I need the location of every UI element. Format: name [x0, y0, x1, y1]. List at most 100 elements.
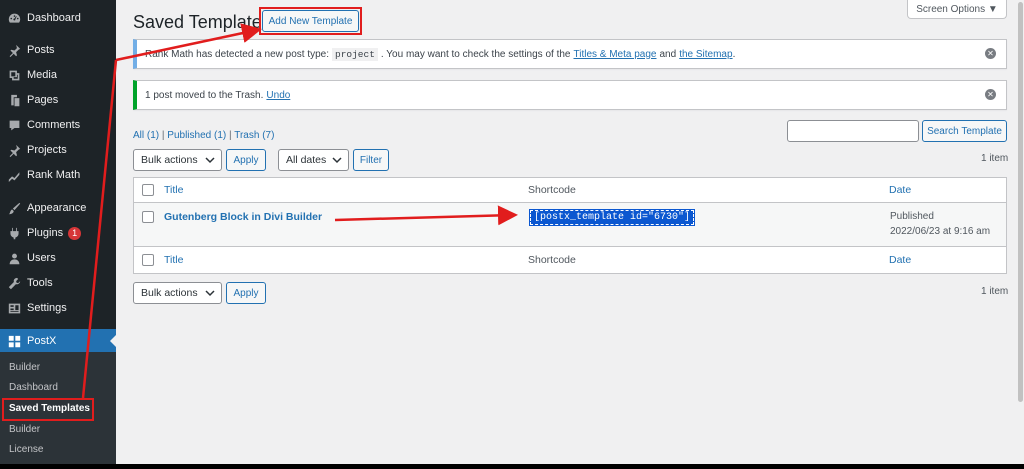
- sidebar-item-appearance[interactable]: Appearance: [0, 196, 116, 220]
- plugins-update-badge: 1: [68, 226, 82, 240]
- search-template-button[interactable]: Search Template: [922, 120, 1007, 142]
- sidebar-item-label: Comments: [27, 119, 81, 131]
- filter-button[interactable]: Filter: [353, 149, 389, 171]
- sidebar-item-label: Projects: [27, 144, 67, 156]
- sidebar-item-tools[interactable]: Tools: [0, 271, 116, 295]
- screen-options-button[interactable]: Screen Options ▼: [907, 0, 1007, 19]
- select-all-checkbox[interactable]: [142, 184, 154, 196]
- item-count-bottom: 1 item: [981, 286, 1009, 297]
- sidebar-item-media[interactable]: Media: [0, 63, 116, 87]
- sitemap-link[interactable]: the Sitemap: [679, 49, 732, 60]
- sidebar-item-dashboard[interactable]: Dashboard: [0, 6, 116, 30]
- bulk-actions-select-bottom[interactable]: Bulk actions: [133, 282, 222, 304]
- page-title: Saved Templates: [133, 12, 271, 32]
- brush-icon: [7, 201, 21, 215]
- post-date: 2022/06/23 at 9:16 am: [890, 226, 991, 237]
- saved-templates-highlight-box: [2, 398, 94, 421]
- filter-trash-link[interactable]: Trash (7): [234, 130, 274, 141]
- filter-published-link[interactable]: Published (1): [167, 130, 226, 141]
- notice-text: .: [732, 48, 736, 60]
- search-input[interactable]: [787, 120, 919, 142]
- undo-link[interactable]: Undo: [266, 90, 290, 101]
- select-value: All dates: [286, 154, 327, 166]
- post-type-code: project: [332, 47, 378, 61]
- templates-table: Title Shortcode Date Gutenberg Block in …: [133, 177, 1007, 274]
- plugin-icon: [7, 226, 21, 240]
- postx-icon: [7, 334, 21, 348]
- column-date-footer[interactable]: Date: [889, 254, 911, 266]
- dismiss-icon[interactable]: ✕: [985, 48, 996, 59]
- select-value: Bulk actions: [141, 154, 198, 166]
- filter-separator: |: [161, 130, 165, 141]
- sidebar-item-label: Appearance: [27, 202, 87, 214]
- dates-select[interactable]: All dates: [278, 149, 349, 171]
- apply-button-bottom[interactable]: Apply: [226, 282, 266, 304]
- table-row: Gutenberg Block in Divi Builder [postx_t…: [134, 203, 1006, 247]
- sidebar-item-posts[interactable]: Posts: [0, 38, 116, 62]
- add-new-highlight-box: [259, 7, 362, 35]
- shortcode-text[interactable]: [postx_template id="6730"]: [528, 209, 696, 226]
- select-all-checkbox-bottom[interactable]: [142, 254, 154, 266]
- column-shortcode-footer: Shortcode: [528, 254, 576, 266]
- user-icon: [7, 251, 21, 265]
- media-icon: [7, 68, 21, 82]
- submenu-item-dashboard[interactable]: Dashboard: [9, 382, 58, 393]
- sidebar-item-comments[interactable]: Comments: [0, 113, 116, 137]
- trash-notice: 1 post moved to the Trash. Undo ✕: [133, 80, 1007, 110]
- scrollbar-thumb[interactable]: [1018, 2, 1023, 402]
- post-status: Published: [890, 211, 934, 222]
- template-title-link[interactable]: Gutenberg Block in Divi Builder: [164, 211, 322, 223]
- comment-icon: [7, 118, 21, 132]
- sidebar-item-plugins[interactable]: Plugins 1: [0, 221, 116, 245]
- table-footer-row: Title Shortcode Date: [134, 247, 1006, 273]
- sidebar-item-label: Settings: [27, 302, 67, 314]
- settings-icon: [7, 301, 21, 315]
- sidebar-item-users[interactable]: Users: [0, 246, 116, 270]
- apply-button-top[interactable]: Apply: [226, 149, 266, 171]
- sidebar-item-label: Media: [27, 69, 57, 81]
- column-title-footer[interactable]: Title: [164, 254, 183, 266]
- chevron-down-icon: [332, 157, 342, 164]
- sidebar-item-settings[interactable]: Settings: [0, 296, 116, 320]
- pin-icon: [7, 43, 21, 57]
- shortcode-cell: [postx_template id="6730"]: [528, 209, 696, 226]
- sidebar-item-label: Posts: [27, 44, 55, 56]
- notice-text: and: [659, 48, 677, 60]
- submenu-item-license[interactable]: License: [9, 444, 43, 455]
- sidebar-item-rank-math[interactable]: Rank Math: [0, 163, 116, 187]
- filter-all-link[interactable]: All (1): [133, 130, 159, 141]
- table-header-row: Title Shortcode Date: [134, 178, 1006, 203]
- bottom-edge-bar: [0, 464, 1024, 469]
- bulk-actions-select-top[interactable]: Bulk actions: [133, 149, 222, 171]
- sidebar-item-pages[interactable]: Pages: [0, 88, 116, 112]
- column-date-header[interactable]: Date: [889, 184, 911, 196]
- chart-icon: [7, 168, 21, 182]
- sidebar-item-label: Users: [27, 252, 56, 264]
- status-filters: All (1) | Published (1) | Trash (7): [133, 130, 274, 141]
- sidebar-item-postx[interactable]: PostX: [0, 329, 116, 353]
- pages-icon: [7, 93, 21, 107]
- chevron-down-icon: [205, 290, 215, 297]
- notice-text: . You may want to check the settings of …: [380, 48, 571, 60]
- notice-text: Rank Math has detected a new post type:: [145, 48, 329, 60]
- pin-icon: [7, 143, 21, 157]
- submenu-item-builder[interactable]: Builder: [9, 362, 40, 373]
- sidebar-item-label: PostX: [27, 335, 57, 347]
- select-value: Bulk actions: [141, 287, 198, 299]
- sidebar-item-label: Pages: [27, 94, 59, 106]
- submenu-item-builder-2[interactable]: Builder: [9, 424, 40, 435]
- sidebar-item-label: Dashboard: [27, 12, 81, 24]
- rankmath-notice: Rank Math has detected a new post type: …: [133, 39, 1007, 69]
- sidebar-item-label: Tools: [27, 277, 53, 289]
- row-checkbox[interactable]: [142, 211, 154, 223]
- dismiss-icon[interactable]: ✕: [985, 89, 996, 100]
- sidebar-item-projects[interactable]: Projects: [0, 138, 116, 162]
- titles-meta-link[interactable]: Titles & Meta page: [573, 49, 656, 60]
- dashboard-icon: [7, 11, 21, 25]
- wrench-icon: [7, 276, 21, 290]
- notice-text: 1 post moved to the Trash.: [145, 89, 264, 101]
- column-title-header[interactable]: Title: [164, 184, 183, 196]
- filter-separator: |: [229, 130, 232, 141]
- sidebar-item-label: Plugins: [27, 227, 64, 239]
- item-count-top: 1 item: [981, 153, 1009, 164]
